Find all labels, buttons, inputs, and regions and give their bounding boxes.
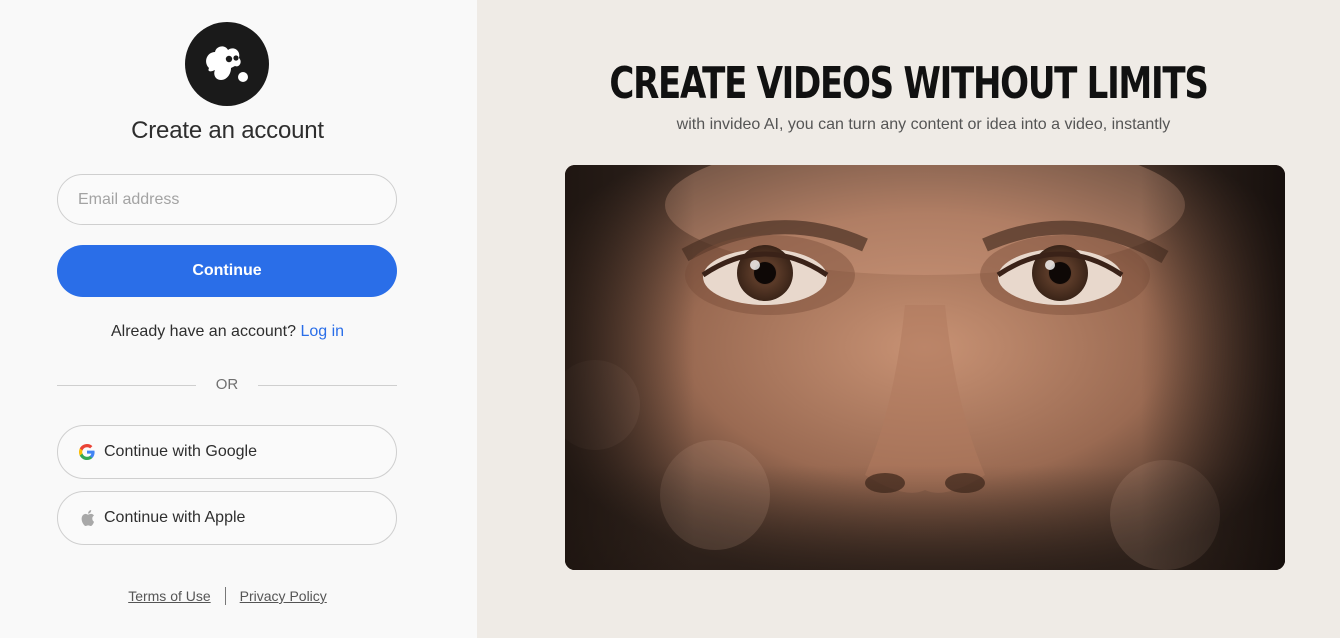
privacy-link[interactable]: Privacy Policy [240, 588, 327, 604]
divider-right [258, 385, 397, 386]
divider-left [57, 385, 196, 386]
promo-panel: CREATE VIDEOS WITHOUT LIMITS with invide… [477, 0, 1340, 638]
apple-signin-button[interactable]: Continue with Apple [57, 491, 397, 545]
apple-button-label: Continue with Apple [104, 509, 246, 526]
auth-panel: Create an account Continue Already have … [0, 0, 477, 638]
google-icon [78, 443, 96, 461]
promo-video-frame [565, 165, 1285, 570]
email-field[interactable] [57, 174, 397, 225]
google-signin-button[interactable]: Continue with Google [57, 425, 397, 479]
promo-headline: CREATE VIDEOS WITHOUT LIMITS [609, 58, 1208, 109]
apple-icon [78, 509, 96, 527]
page-title: Create an account [131, 117, 324, 144]
continue-button[interactable]: Continue [57, 245, 397, 297]
login-prompt-text: Already have an account? [110, 323, 296, 340]
signup-page: Create an account Continue Already have … [0, 0, 1340, 638]
invideo-logo-icon [185, 22, 269, 106]
login-link[interactable]: Log in [300, 323, 344, 340]
promo-subline: with invideo AI, you can turn any conten… [676, 116, 1171, 133]
terms-link[interactable]: Terms of Use [128, 588, 210, 604]
login-prompt: Already have an account? Log in [0, 323, 455, 341]
footer-links: Terms of Use Privacy Policy [0, 587, 455, 605]
footer-separator [224, 587, 226, 605]
promo-video[interactable] [565, 165, 1285, 570]
or-divider-label: OR [215, 376, 239, 393]
google-button-label: Continue with Google [104, 443, 257, 460]
